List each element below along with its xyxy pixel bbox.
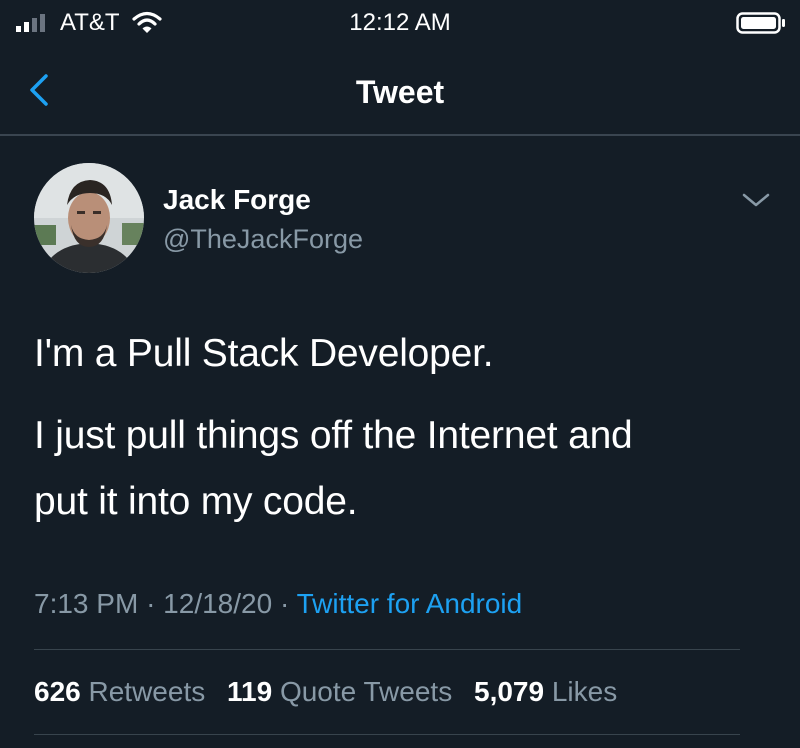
chevron-down-icon[interactable] <box>740 190 772 210</box>
tweet-screen: AT&T 12:12 AM Tweet Jack Forge @TheJackF… <box>0 0 800 748</box>
tweet-meta: 7:13 PM · 12/18/20 · Twitter for Android <box>34 588 522 620</box>
status-time: 12:12 AM <box>349 9 451 36</box>
tweet-source-link[interactable]: Twitter for Android <box>297 588 523 619</box>
likes-label: Likes <box>551 676 618 707</box>
avatar[interactable] <box>34 163 144 273</box>
status-bar: AT&T 12:12 AM <box>0 0 800 48</box>
profile-photo <box>34 163 144 273</box>
page-title: Tweet <box>355 74 445 110</box>
meta-separator: · <box>146 588 156 619</box>
battery-icon <box>736 12 785 34</box>
tweet-text-line: I'm a Pull Stack Developer. <box>34 332 494 375</box>
divider <box>34 649 740 650</box>
tweet-date: 12/18/20 <box>163 588 273 619</box>
tweet-stats: 626 Retweets 119 Quote Tweets 5,079 Like… <box>34 676 631 708</box>
quote-tweets-stat[interactable]: 119 Quote Tweets <box>227 676 452 708</box>
divider <box>34 734 740 735</box>
nav-header: Tweet <box>0 50 800 136</box>
tweet-text-line: I just pull things off the Internet and <box>34 414 633 457</box>
retweets-count: 626 <box>34 676 81 707</box>
author-handle[interactable]: @TheJackForge <box>163 223 363 255</box>
quote-tweets-label: Quote Tweets <box>279 676 453 707</box>
meta-separator: · <box>279 588 290 619</box>
quote-tweets-count: 119 <box>227 676 273 707</box>
author-name[interactable]: Jack Forge <box>163 184 311 216</box>
tweet-text-line: put it into my code. <box>34 480 358 523</box>
tweet-time: 7:13 PM <box>34 588 139 619</box>
likes-stat[interactable]: 5,079 Likes <box>474 676 617 708</box>
likes-count: 5,079 <box>474 676 545 707</box>
retweets-stat[interactable]: 626 Retweets <box>34 676 205 708</box>
retweets-label: Retweets <box>88 676 206 707</box>
